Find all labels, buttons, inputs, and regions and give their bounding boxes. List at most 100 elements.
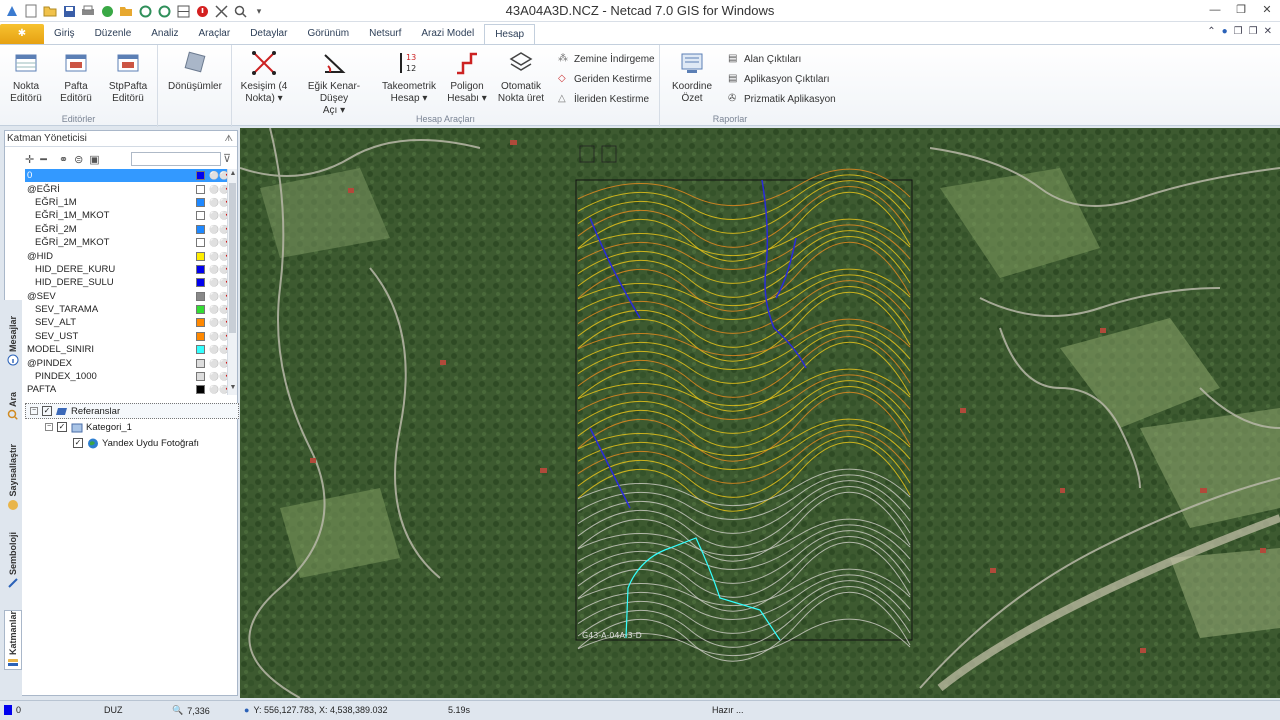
visibility-icon[interactable]: ⚪⚪ bbox=[209, 225, 229, 234]
tree-node-yandex[interactable]: ✓ Yandex Uydu Fotoğrafı bbox=[25, 435, 239, 451]
scroll-down-icon[interactable]: ▼ bbox=[228, 384, 238, 394]
side-tab-sayisallastir[interactable]: Sayısallaştır bbox=[4, 444, 22, 511]
map-canvas[interactable]: G43-A-04A-3-D bbox=[240, 128, 1280, 698]
layer-color-swatch[interactable] bbox=[196, 345, 205, 355]
prizmatik-aplikasyon-button[interactable]: ✇ Prizmatik Aplikasyon bbox=[728, 93, 836, 105]
layer-row[interactable]: EĞRİ_1M_MKOT⚪⚪❖ bbox=[25, 209, 237, 222]
poligon-button[interactable]: Poligon Hesabı ▾ bbox=[442, 49, 492, 105]
visibility-icon[interactable]: ⚪⚪ bbox=[209, 211, 229, 220]
layer-row[interactable]: SEV_TARAMA⚪⚪❖ bbox=[25, 303, 237, 316]
minimize-button[interactable]: — bbox=[1202, 0, 1228, 20]
visibility-icon[interactable]: ⚪⚪ bbox=[209, 171, 229, 180]
layer-row[interactable]: PINDEX_1000⚪⚪❖ bbox=[25, 370, 237, 383]
tab-hesap[interactable]: Hesap bbox=[484, 24, 536, 45]
donusumler-button[interactable]: Dönüşümler bbox=[164, 49, 226, 93]
koordine-ozet-button[interactable]: Koordine Özet bbox=[668, 49, 716, 105]
layer-color-swatch[interactable] bbox=[196, 278, 205, 288]
visibility-icon[interactable]: ⚪⚪ bbox=[209, 292, 229, 301]
layer-color-swatch[interactable] bbox=[196, 331, 205, 341]
scroll-thumb[interactable] bbox=[229, 183, 236, 333]
side-tab-mesajlar[interactable]: Mesajlar bbox=[4, 316, 22, 366]
egik-kenar-button[interactable]: Eğik Kenar-Düşey Açı ▾ bbox=[294, 49, 374, 117]
visibility-icon[interactable]: ⚪⚪ bbox=[209, 372, 229, 381]
checkbox-yandex[interactable]: ✓ bbox=[73, 438, 83, 448]
tab-analiz[interactable]: Analiz bbox=[141, 24, 188, 44]
visibility-icon[interactable]: ⚪⚪ bbox=[209, 198, 229, 207]
layer-color-swatch[interactable] bbox=[196, 197, 205, 207]
geriden-kestirme-button[interactable]: ◇ Geriden Kestirme bbox=[558, 73, 652, 85]
layer-row[interactable]: SEV_UST⚪⚪❖ bbox=[25, 330, 237, 343]
close-button[interactable]: ✕ bbox=[1254, 0, 1280, 20]
visibility-icon[interactable]: ⚪⚪ bbox=[209, 359, 229, 368]
tab-giris[interactable]: Giriş bbox=[44, 24, 85, 44]
layer-color-swatch[interactable] bbox=[196, 264, 205, 274]
status-mode[interactable]: DUZ bbox=[104, 705, 123, 715]
takeometrik-button[interactable]: 13 12 Takeometrik Hesap ▾ bbox=[378, 49, 440, 105]
pin-icon[interactable]: ᗑ bbox=[225, 133, 233, 144]
scroll-up-icon[interactable]: ▲ bbox=[228, 170, 238, 180]
map-view[interactable]: G43-A-04A-3-D bbox=[240, 128, 1280, 698]
visibility-icon[interactable]: ⚪⚪ bbox=[209, 305, 229, 314]
tab-araclar[interactable]: Araçlar bbox=[189, 24, 241, 44]
status-zoom[interactable]: 🔍 7,336 bbox=[172, 705, 210, 716]
visibility-icon[interactable]: ⚪⚪ bbox=[209, 278, 229, 287]
side-tab-ara[interactable]: Ara bbox=[4, 392, 22, 421]
layer-color-swatch[interactable] bbox=[196, 224, 205, 234]
side-tab-semboloji[interactable]: Semboloji bbox=[4, 532, 22, 589]
layer-row[interactable]: @EĞRİ⚪⚪❖ bbox=[25, 182, 237, 195]
layer-color-swatch[interactable] bbox=[196, 211, 205, 221]
tab-arazi-model[interactable]: Arazi Model bbox=[411, 24, 484, 44]
layer-row[interactable]: SEV_ALT⚪⚪❖ bbox=[25, 316, 237, 329]
layer-list-scrollbar[interactable]: ▲ ▼ bbox=[227, 169, 237, 395]
status-layer[interactable]: 0 bbox=[4, 705, 21, 715]
doc-close-icon[interactable]: ✕ bbox=[1264, 26, 1272, 37]
layer-row[interactable]: @PINDEX⚪⚪❖ bbox=[25, 356, 237, 369]
tab-duzenle[interactable]: Düzenle bbox=[85, 24, 142, 44]
help-icon[interactable]: ● bbox=[1222, 26, 1228, 37]
otomatik-nokta-button[interactable]: Otomatik Nokta üret bbox=[494, 49, 548, 105]
collapse-icon[interactable]: − bbox=[30, 407, 38, 415]
layer-color-swatch[interactable] bbox=[196, 251, 205, 261]
layer-color-swatch[interactable] bbox=[196, 358, 205, 368]
layer-color-swatch[interactable] bbox=[196, 385, 205, 395]
layer-row[interactable]: @HID⚪⚪❖ bbox=[25, 249, 237, 262]
visibility-icon[interactable]: ⚪⚪ bbox=[209, 345, 229, 354]
visibility-icon[interactable]: ⚪⚪ bbox=[209, 265, 229, 274]
layer-view-icon[interactable]: ⊜ bbox=[74, 153, 83, 166]
visibility-icon[interactable]: ⚪⚪ bbox=[209, 185, 229, 194]
stppafta-editor-button[interactable]: StpPafta Editörü bbox=[104, 49, 152, 105]
tree-node-referanslar[interactable]: − ✓ Referanslar bbox=[25, 403, 239, 419]
layer-row[interactable]: HID_DERE_SULU⚪⚪❖ bbox=[25, 276, 237, 289]
pafta-editor-button[interactable]: Pafta Editörü bbox=[54, 49, 98, 105]
maximize-button[interactable]: ❐ bbox=[1228, 0, 1254, 20]
layer-color-swatch[interactable] bbox=[196, 171, 205, 181]
collapse-icon[interactable]: − bbox=[45, 423, 53, 431]
layer-color-swatch[interactable] bbox=[196, 372, 205, 382]
tab-gorunum[interactable]: Görünüm bbox=[297, 24, 359, 44]
lock-icon[interactable]: ▣ bbox=[89, 153, 99, 166]
doc-restore-icon[interactable]: ❐ bbox=[1234, 26, 1243, 37]
layer-row[interactable]: PAFTA⚪⚪❖ bbox=[25, 383, 237, 395]
visibility-icon[interactable]: ⚪⚪ bbox=[209, 238, 229, 247]
ileriden-kestirme-button[interactable]: △ İleriden Kestirme bbox=[558, 93, 649, 105]
kesisim-button[interactable]: Kesişim (4 Nokta) ▾ bbox=[236, 49, 292, 105]
collapse-ribbon-icon[interactable]: ⌃ bbox=[1207, 26, 1215, 37]
checkbox-referanslar[interactable]: ✓ bbox=[42, 406, 52, 416]
layer-row[interactable]: EĞRİ_2M⚪⚪❖ bbox=[25, 223, 237, 236]
add-layer-icon[interactable]: ✛ bbox=[25, 153, 34, 166]
nokta-editor-button[interactable]: Nokta Editörü bbox=[4, 49, 48, 105]
layer-row[interactable]: EĞRİ_2M_MKOT⚪⚪❖ bbox=[25, 236, 237, 249]
layer-color-swatch[interactable] bbox=[196, 184, 205, 194]
layer-color-swatch[interactable] bbox=[196, 305, 205, 315]
layer-color-swatch[interactable] bbox=[196, 238, 205, 248]
checkbox-kategori[interactable]: ✓ bbox=[57, 422, 67, 432]
filter-icon[interactable]: ⊽ bbox=[223, 152, 231, 165]
zemine-indirgeme-button[interactable]: ⁂ Zemine İndirgeme bbox=[558, 53, 655, 65]
visibility-icon[interactable]: ⚪⚪ bbox=[209, 385, 229, 394]
aplikasyon-ciktilari-button[interactable]: ▤ Aplikasyon Çıktıları bbox=[728, 73, 830, 85]
layer-row[interactable]: MODEL_SINIRI⚪⚪❖ bbox=[25, 343, 237, 356]
layer-search-input[interactable] bbox=[131, 152, 221, 166]
alan-ciktilari-button[interactable]: ▤ Alan Çıktıları bbox=[728, 53, 801, 65]
tree-node-kategori[interactable]: − ✓ Kategori_1 bbox=[25, 419, 239, 435]
doc-tile-icon[interactable]: ❐ bbox=[1249, 26, 1258, 37]
